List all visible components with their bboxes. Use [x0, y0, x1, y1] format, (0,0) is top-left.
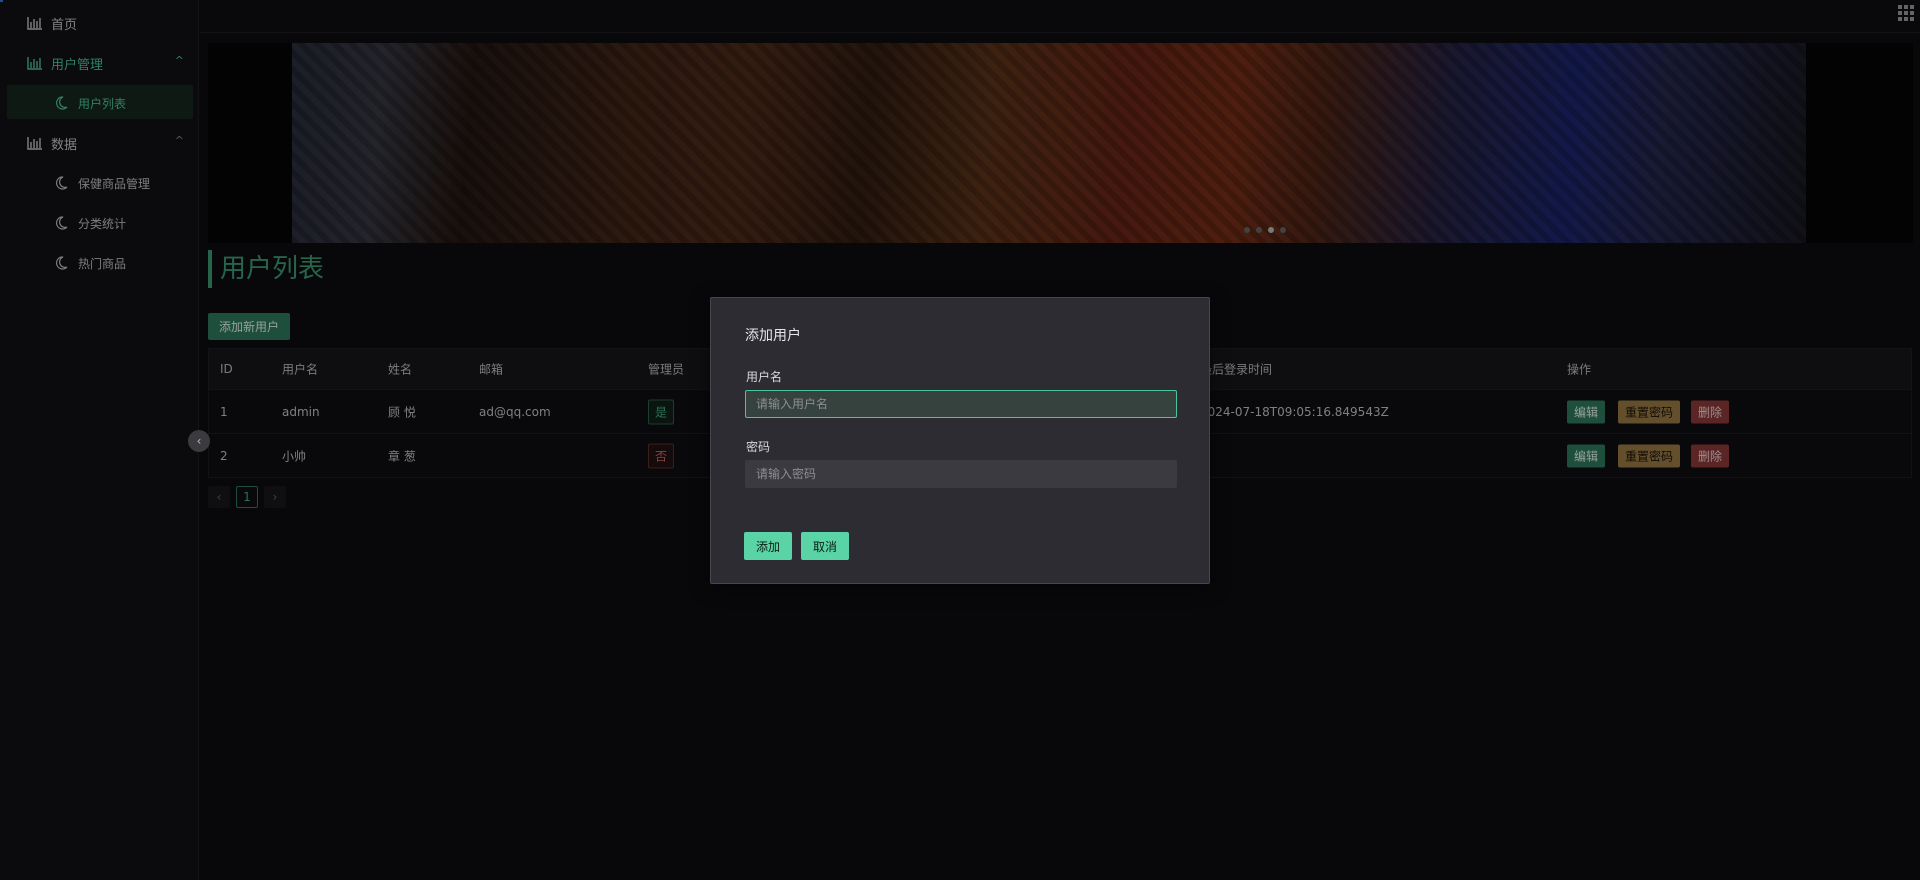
confirm-add-button[interactable]: 添加: [744, 532, 793, 560]
dialog-title: 添加用户: [745, 328, 801, 344]
username-label: 用户名: [746, 370, 783, 384]
password-label: 密码: [746, 440, 771, 454]
cancel-button[interactable]: 取消: [801, 532, 850, 560]
password-input[interactable]: [745, 460, 1177, 488]
add-user-dialog: 添加用户 用户名 密码 添加 取消: [710, 297, 1210, 584]
username-input[interactable]: [745, 390, 1177, 418]
sidebar-collapse-button[interactable]: ‹: [188, 430, 210, 452]
